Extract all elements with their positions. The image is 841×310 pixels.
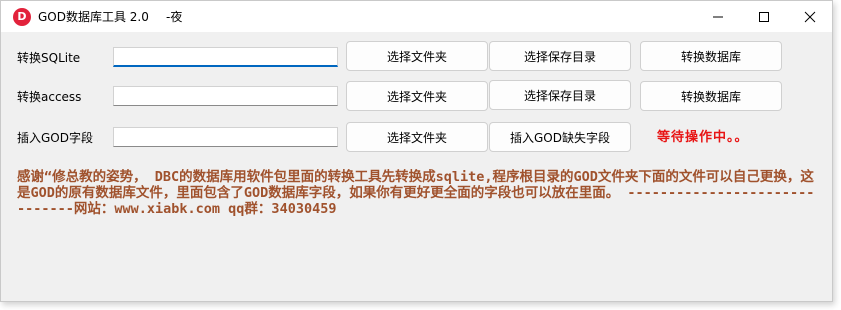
maximize-icon [759,11,769,22]
insert-god-label: 插入GOD字段 [17,131,93,145]
access-convert-button[interactable]: 转换数据库 [640,81,782,111]
sqlite-select-folder-button[interactable]: 选择文件夹 [346,41,488,71]
window-title: GOD数据库工具 2.0 [38,10,149,24]
insert-god-path-input[interactable] [113,127,338,147]
access-label: 转换access [17,90,82,104]
maximize-button[interactable] [741,1,787,32]
description-text: 感谢“修总教的姿势， DBC的数据库用软件包里面的转换工具先转换成sqlite,… [17,169,815,217]
minimize-icon [713,16,723,17]
minimize-button[interactable] [695,1,741,32]
close-icon [804,11,816,22]
sqlite-select-save-dir-button[interactable]: 选择保存目录 [489,41,631,71]
window-title-suffix: -夜 [166,10,183,24]
app-window: D GOD数据库工具 2.0 -夜 转换SQLite 选择文件夹 选择保存目录 … [0,0,833,302]
sqlite-label: 转换SQLite [17,51,81,65]
access-select-folder-button[interactable]: 选择文件夹 [346,81,488,111]
sqlite-path-input[interactable] [113,47,338,67]
insert-god-missing-field-button[interactable]: 插入GOD缺失字段 [489,122,631,152]
access-path-input[interactable] [113,86,338,106]
close-button[interactable] [787,1,833,32]
status-label: 等待操作中。。 [657,130,749,145]
insert-select-folder-button[interactable]: 选择文件夹 [346,122,488,152]
sqlite-convert-button[interactable]: 转换数据库 [640,41,782,71]
access-select-save-dir-button[interactable]: 选择保存目录 [489,80,631,110]
title-bar[interactable]: D GOD数据库工具 2.0 -夜 [1,1,832,32]
app-logo-icon: D [13,8,31,26]
